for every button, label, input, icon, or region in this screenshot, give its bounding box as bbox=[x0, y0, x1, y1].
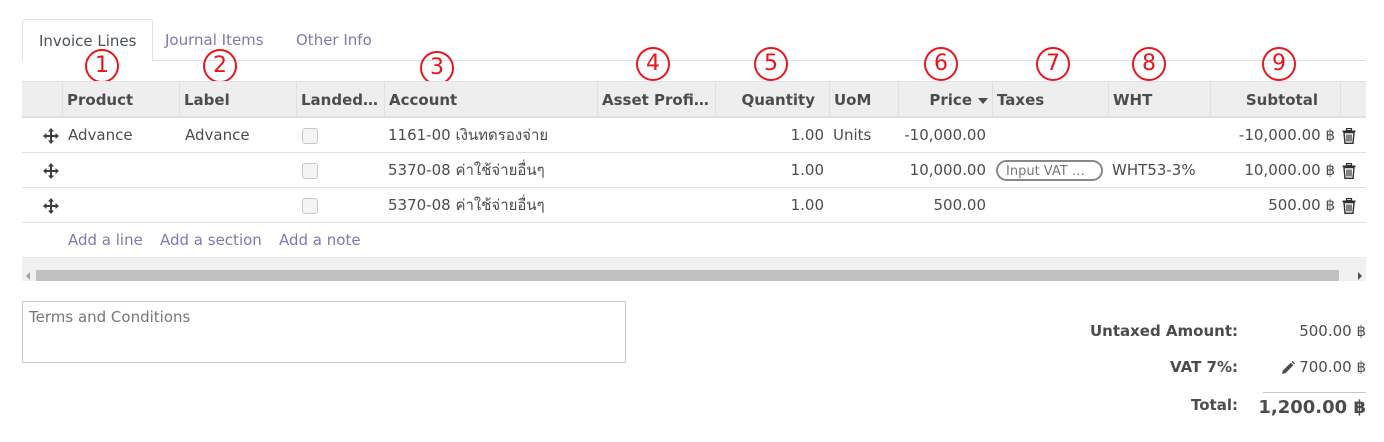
move-handle-icon[interactable] bbox=[42, 162, 60, 180]
cell-quantity[interactable]: 1.00 bbox=[715, 118, 824, 153]
terms-and-conditions-field[interactable]: Terms and Conditions bbox=[22, 301, 626, 363]
annotation-badge-7: 7 bbox=[1036, 47, 1070, 81]
add-section-link[interactable]: Add a section bbox=[160, 223, 262, 258]
cell-product[interactable] bbox=[68, 153, 178, 188]
annotation-badge-3: 3 bbox=[420, 51, 454, 85]
cell-account[interactable]: 5370-08 ค่าใช้จ่ายอื่นๆ bbox=[388, 188, 593, 223]
cell-asset-profile[interactable] bbox=[601, 153, 711, 188]
trash-icon[interactable] bbox=[1342, 163, 1356, 179]
annotation-badge-4: 4 bbox=[636, 47, 670, 81]
add-line-link[interactable]: Add a line bbox=[68, 223, 143, 258]
table-row[interactable]: 5370-08 ค่าใช้จ่ายอื่นๆ 1.00 10,000.00 I… bbox=[22, 153, 1366, 188]
cell-subtotal: 10,000.00 ฿ bbox=[1244, 161, 1335, 179]
column-header-subtotal[interactable]: Subtotal bbox=[1210, 82, 1340, 118]
vat-value: 700.00 ฿ bbox=[1299, 358, 1366, 376]
price-header-label: Price bbox=[929, 91, 972, 109]
column-header-quantity[interactable]: Quantity bbox=[715, 82, 829, 118]
cell-wht[interactable] bbox=[1112, 118, 1208, 153]
cell-label[interactable]: Advance bbox=[185, 118, 295, 153]
column-header-wht[interactable]: WHT bbox=[1108, 82, 1210, 118]
cell-label[interactable] bbox=[185, 153, 295, 188]
cell-wht[interactable]: WHT53-3% bbox=[1112, 153, 1208, 188]
cell-taxes[interactable] bbox=[996, 188, 1106, 223]
tax-tag-input-vat[interactable]: Input VAT … bbox=[996, 160, 1103, 181]
column-header-uom[interactable]: UoM bbox=[829, 82, 898, 118]
table-row[interactable]: Advance Advance 1161-00 เงินทดรองจ่าย 1.… bbox=[22, 118, 1366, 153]
scroll-left-arrow-icon[interactable] bbox=[26, 272, 30, 280]
landed-checkbox[interactable] bbox=[302, 163, 318, 179]
scroll-right-arrow-icon[interactable] bbox=[1358, 272, 1362, 280]
column-header-price[interactable]: Price bbox=[898, 82, 992, 118]
add-links-row: Add a line Add a section Add a note bbox=[22, 223, 1366, 258]
add-note-link[interactable]: Add a note bbox=[279, 223, 361, 258]
untaxed-amount-value: 500.00 ฿ bbox=[1299, 322, 1366, 340]
cell-uom[interactable] bbox=[833, 188, 895, 223]
column-header-asset-profile[interactable]: Asset Profi… bbox=[597, 82, 715, 118]
sort-caret-icon bbox=[978, 97, 988, 104]
table-header: Product Label Landed… Account Asset Prof… bbox=[22, 81, 1366, 118]
annotation-badge-8: 8 bbox=[1132, 47, 1166, 81]
cell-label[interactable] bbox=[185, 188, 295, 223]
move-handle-icon[interactable] bbox=[42, 197, 60, 215]
totals-divider bbox=[1263, 392, 1366, 393]
cell-asset-profile[interactable] bbox=[601, 188, 711, 223]
cell-price[interactable]: -10,000.00 bbox=[898, 118, 986, 153]
column-header-actions bbox=[1340, 82, 1366, 118]
cell-quantity[interactable]: 1.00 bbox=[715, 153, 824, 188]
landed-checkbox[interactable] bbox=[302, 198, 318, 214]
cell-account[interactable]: 5370-08 ค่าใช้จ่ายอื่นๆ bbox=[388, 153, 593, 188]
cell-price[interactable]: 500.00 bbox=[898, 188, 987, 223]
annotation-badge-5: 5 bbox=[754, 47, 788, 81]
move-handle-icon[interactable] bbox=[42, 127, 60, 145]
trash-icon[interactable] bbox=[1342, 128, 1356, 144]
untaxed-amount-label: Untaxed Amount: bbox=[1089, 322, 1238, 340]
cell-uom[interactable]: Units bbox=[833, 118, 895, 153]
cell-product[interactable] bbox=[68, 188, 178, 223]
annotation-badge-6: 6 bbox=[924, 47, 958, 81]
column-header-product[interactable]: Product bbox=[62, 82, 179, 118]
landed-checkbox[interactable] bbox=[302, 128, 318, 144]
cell-uom[interactable] bbox=[833, 153, 895, 188]
cell-price[interactable]: 10,000.00 bbox=[898, 153, 986, 188]
column-header-landed[interactable]: Landed… bbox=[296, 82, 384, 118]
cell-subtotal: -10,000.00 ฿ bbox=[1238, 126, 1335, 144]
annotation-badge-2: 2 bbox=[203, 49, 237, 83]
table-row[interactable]: 5370-08 ค่าใช้จ่ายอื่นๆ 1.00 500.00 500.… bbox=[22, 188, 1366, 223]
column-header-account[interactable]: Account bbox=[384, 82, 597, 118]
cell-asset-profile[interactable] bbox=[601, 118, 711, 153]
annotation-badge-9: 9 bbox=[1262, 47, 1296, 81]
tab-other-info[interactable]: Other Info bbox=[280, 19, 388, 61]
column-header-taxes[interactable]: Taxes bbox=[992, 82, 1108, 118]
total-value: 1,200.00 ฿ bbox=[1258, 397, 1366, 418]
cell-taxes[interactable] bbox=[996, 118, 1106, 153]
total-label: Total: bbox=[1191, 396, 1238, 414]
column-header-label[interactable]: Label bbox=[179, 82, 296, 118]
horizontal-scrollbar[interactable] bbox=[22, 257, 1366, 281]
trash-icon[interactable] bbox=[1342, 198, 1356, 214]
vat-label: VAT 7%: bbox=[1170, 358, 1238, 376]
scrollbar-thumb[interactable] bbox=[36, 270, 1339, 281]
cell-subtotal: 500.00 ฿ bbox=[1268, 196, 1335, 214]
annotation-badge-1: 1 bbox=[85, 49, 119, 83]
cell-account[interactable]: 1161-00 เงินทดรองจ่าย bbox=[388, 118, 593, 153]
cell-wht[interactable] bbox=[1112, 188, 1208, 223]
cell-product[interactable]: Advance bbox=[68, 118, 178, 153]
pencil-icon[interactable] bbox=[1281, 361, 1295, 375]
cell-quantity[interactable]: 1.00 bbox=[715, 188, 824, 223]
